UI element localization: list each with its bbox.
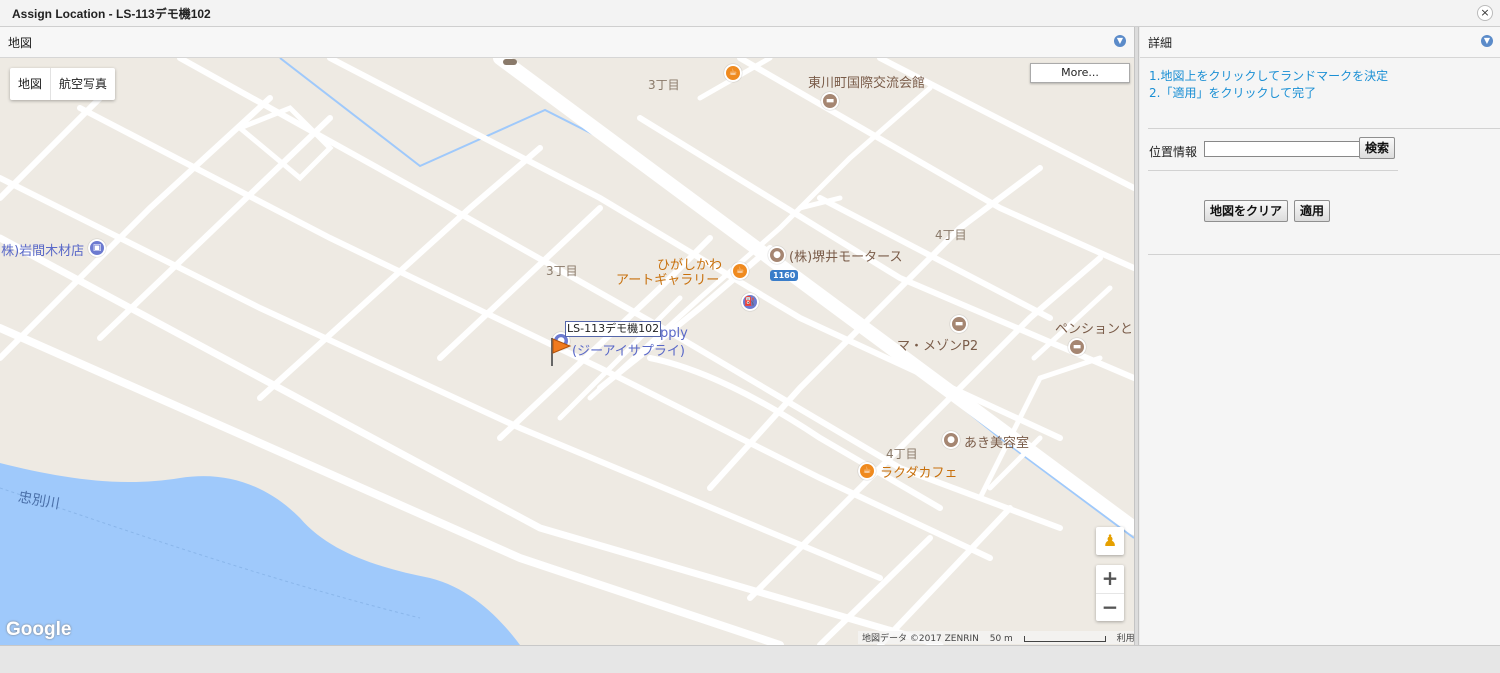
marker-label: LS-113デモ機102 — [565, 321, 662, 337]
location-input[interactable] — [1204, 141, 1360, 157]
place-icon[interactable]: ● — [768, 246, 786, 264]
map-canvas[interactable]: 地図 航空写真 More... 3丁目 3丁目 4丁目 4丁目 忠別川 1160… — [0, 58, 1134, 645]
street-label: 4丁目 — [886, 447, 918, 461]
window-titlebar: Assign Location - LS-113デモ機102 × — [0, 0, 1500, 27]
terms-link[interactable]: 利用規約 — [1117, 634, 1134, 644]
shopping-bag-icon[interactable]: ▣ — [88, 239, 106, 257]
transit-icon — [503, 59, 517, 65]
details-panel-header: 詳細 ▼ — [1140, 27, 1500, 58]
divider — [1148, 254, 1500, 255]
poi-rakuda-cafe[interactable]: ラクダカフェ — [880, 462, 957, 481]
search-button[interactable]: 検索 — [1359, 137, 1396, 159]
route-badge: 1160 — [770, 270, 799, 281]
street-label: 4丁目 — [935, 228, 967, 242]
poi-beauty-salon[interactable]: あき美容室 — [964, 432, 1029, 451]
instruction-step-1: 1.地図上をクリックしてランドマークを決定 — [1149, 69, 1389, 83]
divider — [1148, 128, 1500, 129]
details-panel: 1.地図上をクリックしてランドマークを決定 2.「適用」をクリックして完了 位置… — [1140, 58, 1500, 645]
hotel-icon[interactable]: ▬ — [821, 92, 839, 110]
scale-label: 50 m — [989, 634, 1013, 644]
poi-supply-line1[interactable]: pply — [660, 326, 688, 341]
more-button[interactable]: More... — [1030, 63, 1130, 83]
street-label: 3丁目 — [648, 78, 680, 92]
apply-button[interactable]: 適用 — [1294, 200, 1331, 222]
cafe-icon[interactable]: ☕ — [731, 262, 749, 280]
cafe-icon[interactable]: ☕ — [858, 462, 876, 480]
instruction-step-2: 2.「適用」をクリックして完了 — [1149, 86, 1317, 100]
collapse-details-panel-icon[interactable]: ▼ — [1481, 35, 1493, 47]
map-type-satellite[interactable]: 航空写真 — [50, 68, 115, 100]
attribution-text: 地図データ ©2017 ZENRIN — [862, 634, 979, 644]
hotel-icon[interactable]: ▬ — [950, 315, 968, 333]
poi-motors[interactable]: (株)堺井モータース — [789, 246, 903, 265]
collapse-map-panel-icon[interactable]: ▼ — [1114, 35, 1126, 47]
street-view-pegman-icon[interactable]: ♟ — [1096, 527, 1124, 555]
poi-art-gallery-line2[interactable]: アートギャラリー — [616, 269, 719, 288]
zoom-out-button[interactable]: − — [1096, 593, 1124, 622]
clear-map-button[interactable]: 地図をクリア — [1204, 200, 1289, 222]
window-footer — [0, 645, 1500, 673]
poi-maison[interactable]: マ・メゾンP2 — [897, 335, 978, 354]
zoom-in-button[interactable]: + — [1096, 565, 1124, 593]
cafe-icon[interactable]: ☕ — [724, 64, 742, 82]
poi-pension[interactable]: ペンションと — [1055, 318, 1133, 337]
scale-bar — [1023, 635, 1106, 642]
flag-marker-icon[interactable] — [548, 336, 574, 368]
instructions: 1.地図上をクリックしてランドマークを決定 2.「適用」をクリックして完了 — [1149, 68, 1388, 102]
map-attribution: 地図データ ©2017 ZENRIN 50 m 利用規約 — [858, 631, 1134, 644]
hotel-icon[interactable]: ▬ — [1068, 338, 1086, 356]
details-panel-title: 詳細 — [1148, 36, 1173, 50]
location-label: 位置情報 — [1149, 145, 1198, 159]
poi-supply-line2[interactable]: (ジーアイサプライ) — [572, 340, 685, 359]
map-type-roadmap[interactable]: 地図 — [10, 68, 50, 100]
street-label: 3丁目 — [546, 264, 578, 278]
poi-community-hall[interactable]: 東川町国際交流会館 — [808, 72, 925, 91]
map-panel-title: 地図 — [8, 36, 33, 50]
map-panel-header: 地図 ▼ — [0, 27, 1134, 58]
window-title: Assign Location - LS-113デモ機102 — [12, 7, 211, 21]
salon-icon[interactable]: ● — [942, 431, 960, 449]
poi-lumber[interactable]: (株)岩間木材店 — [0, 240, 84, 259]
google-logo: Google — [6, 619, 72, 640]
divider — [1148, 170, 1398, 171]
close-icon[interactable]: × — [1477, 5, 1493, 21]
gas-station-icon[interactable]: ⛽ — [741, 293, 759, 311]
map-type-control: 地図 航空写真 — [10, 68, 116, 100]
zoom-control: + − — [1096, 565, 1124, 621]
panel-splitter[interactable] — [1134, 27, 1139, 645]
